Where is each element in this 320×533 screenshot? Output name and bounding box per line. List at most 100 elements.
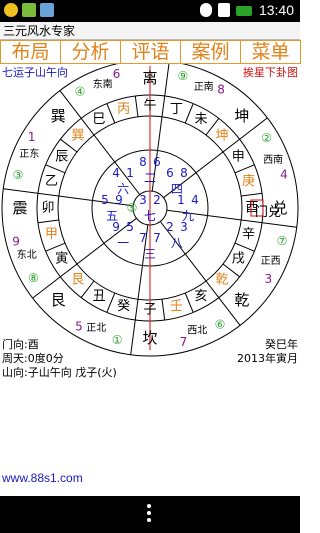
mountain-facing: 山向:子山午向 戊子(火) <box>2 366 117 379</box>
outer-number-southwest: 8 <box>217 83 225 97</box>
palace-mountain-star: 2 <box>166 220 174 234</box>
trigram-north: 坎 <box>142 329 157 347</box>
palace-base-star: 七 <box>144 209 156 223</box>
outer-number-northeast: 5 <box>75 319 83 333</box>
quarter-label-northwest: 西北 <box>187 325 207 337</box>
circled-number-center: ⑤ <box>127 201 138 215</box>
spoke-line <box>106 103 116 124</box>
quarter-label-southwest: 西南 <box>263 153 283 166</box>
mountain-chen: 辰 <box>55 150 68 165</box>
mountain-jia: 甲 <box>45 227 58 242</box>
quarter-label-north: 正北 <box>86 322 106 334</box>
outer-number-east: 9 <box>12 234 20 248</box>
spoke-line <box>184 103 194 124</box>
flying-star-chart[interactable]: 七运子山午向 挨星下卦图 午丁未坤申庚酉辛戌乾亥壬子癸丑艮寅甲卯乙辰巽巳丙 离6… <box>0 64 300 464</box>
mountain-yin: 寅 <box>55 251 68 267</box>
quarter-label-southeast: 东南 <box>93 77 113 90</box>
analysis-button[interactable]: 分析 <box>60 40 121 64</box>
gallery-icon <box>40 3 54 17</box>
notification-icon <box>4 3 18 17</box>
trigram-northwest: 乾 <box>234 291 249 309</box>
quarter-label-east: 正东 <box>19 147 39 160</box>
mountain-gen: 艮 <box>71 273 84 288</box>
layout-button[interactable]: 布局 <box>0 40 61 64</box>
palace-base-star: 二 <box>144 171 156 185</box>
mountain-wei: 未 <box>194 112 207 127</box>
palace-mountain-star: 4 <box>112 166 120 180</box>
comment-button[interactable]: 评语 <box>120 40 181 64</box>
overflow-menu-icon[interactable] <box>147 504 151 525</box>
mountain-xu: 戌 <box>232 252 245 267</box>
circled-number-north: ① <box>112 333 123 347</box>
trigram-southeast: 巽 <box>51 107 66 125</box>
mountain-ren: 壬 <box>170 299 183 314</box>
cases-button[interactable]: 案例 <box>180 40 241 64</box>
mountain-shen: 申 <box>232 150 245 165</box>
trigram-south: 离 <box>142 69 157 87</box>
outer-number-south: 6 <box>113 67 121 81</box>
palace-mountain-star: 5 <box>101 193 109 207</box>
spoke-line <box>234 164 255 174</box>
navigation-bar <box>0 496 300 533</box>
mountain-hai: 亥 <box>194 289 207 304</box>
spoke-line <box>184 292 194 313</box>
trigram-east: 震 <box>12 199 27 217</box>
mountain-yi: 乙 <box>45 174 58 189</box>
spoke-line <box>106 292 116 313</box>
mountain-si: 巳 <box>92 112 105 127</box>
menu-bar: 布局 分析 评语 案例 菜单 <box>0 40 301 64</box>
palace-mountain-star: 7 <box>139 231 147 245</box>
spoke-line <box>134 95 139 117</box>
mountain-zi: 子 <box>143 303 156 318</box>
palace-water-star: 3 <box>180 220 188 234</box>
chart-header-right: 挨星下卦图 <box>243 65 298 79</box>
palace-water-star: 5 <box>126 220 134 234</box>
android-icon <box>22 3 36 17</box>
mountain-ding: 丁 <box>170 102 183 117</box>
quarter-label-west: 正西 <box>261 256 281 267</box>
palace-base-star: 五 <box>106 209 118 223</box>
mountain-mao: 卯 <box>41 201 54 216</box>
spoke-line <box>45 164 66 174</box>
mountain-qian: 乾 <box>216 273 229 288</box>
circled-number-west: ⑦ <box>277 234 288 248</box>
palace-base-star: 八 <box>171 236 183 250</box>
mountain-gui: 癸 <box>117 299 130 314</box>
website-link[interactable]: www.88s1.com <box>2 471 83 485</box>
wifi-icon <box>200 3 212 17</box>
trigram-northeast: 艮 <box>51 291 66 309</box>
circled-number-southwest: ② <box>261 131 272 145</box>
mountain-wu: 午 <box>143 99 156 114</box>
outer-number-southeast: 1 <box>28 130 36 144</box>
palace-water-star: 8 <box>180 166 188 180</box>
outer-number-northwest: 3 <box>264 272 272 286</box>
quarter-label-south: 正南 <box>194 80 214 93</box>
clock: 13:40 <box>258 2 294 18</box>
palace-base-star: 一 <box>117 236 129 250</box>
mountain-geng: 庚 <box>242 173 255 189</box>
palace-water-star: 1 <box>126 166 134 180</box>
palace-mountain-star: 8 <box>139 155 147 169</box>
mountain-bing: 丙 <box>117 102 130 117</box>
spoke-line <box>37 219 59 224</box>
circled-number-northeast: ⑧ <box>28 271 39 285</box>
palace-mountain-star: 6 <box>166 166 174 180</box>
mountain-xun: 巽 <box>71 128 84 143</box>
year-month: 2013年寅月 <box>237 352 298 365</box>
door-label: 门兑 <box>255 205 281 220</box>
palace-water-star: 4 <box>191 193 199 207</box>
circled-number-southeast: ④ <box>75 84 86 98</box>
palace-mountain-star: 3 <box>139 193 147 207</box>
signal-icon <box>218 3 230 17</box>
palace-water-star: 2 <box>153 193 161 207</box>
battery-icon <box>236 6 252 16</box>
spoke-line <box>45 242 66 252</box>
circled-number-south: ⑨ <box>178 69 189 83</box>
mountain-chou: 丑 <box>92 289 105 304</box>
palace-water-star: 6 <box>153 155 161 169</box>
outer-number-north: 7 <box>180 335 188 349</box>
spoke-line <box>234 242 255 252</box>
menu-button[interactable]: 菜单 <box>240 40 301 64</box>
chart-header-left: 七运子山午向 <box>2 65 68 79</box>
app-title: 三元风水专家 <box>0 22 300 40</box>
